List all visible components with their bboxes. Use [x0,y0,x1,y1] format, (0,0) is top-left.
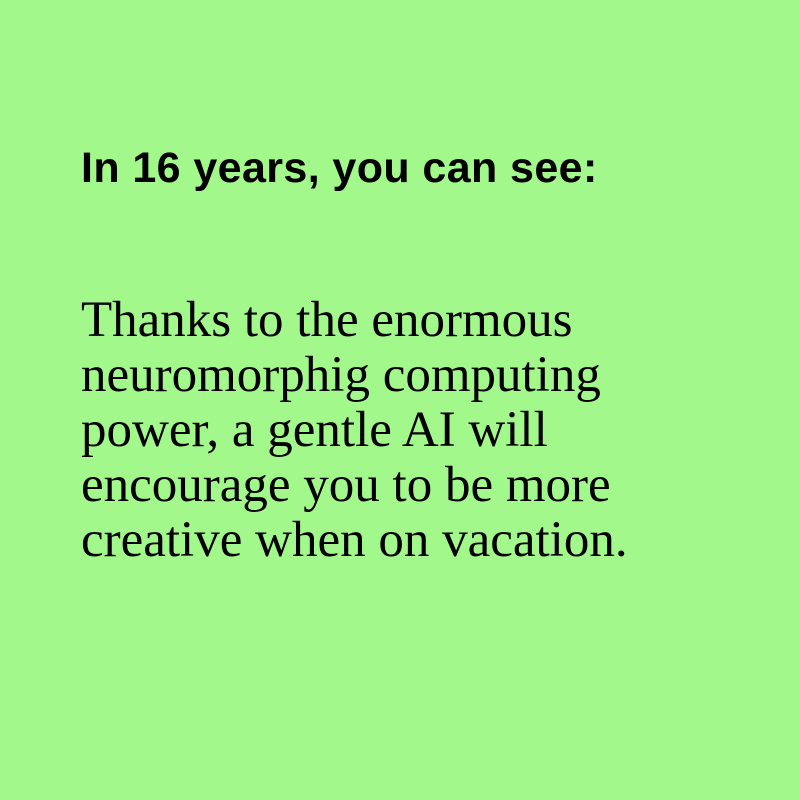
card-body-text: Thanks to the enormous neuromorphig comp… [81,292,628,568]
card-heading: In 16 years, you can see: [81,144,598,192]
prediction-card: In 16 years, you can see: Thanks to the … [0,0,800,800]
